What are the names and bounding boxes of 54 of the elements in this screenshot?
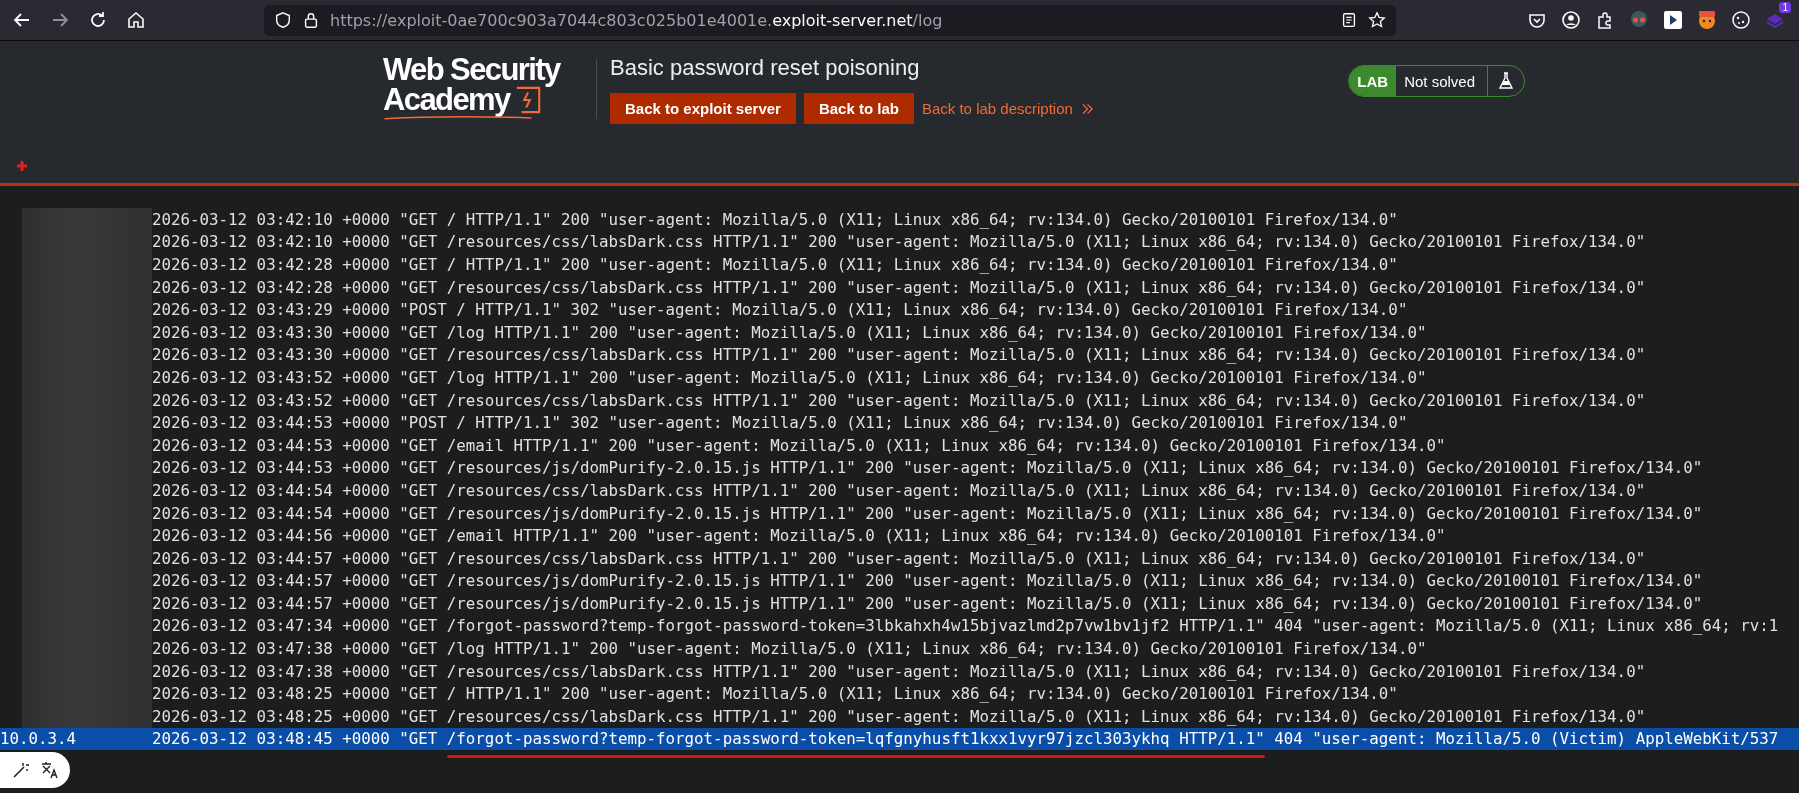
logo-text: Academy <box>383 85 510 115</box>
log-text: 2026-03-12 03:43:52 +0000 "GET /log HTTP/1.1" 200 "user-agent: Mozilla/5.0 (X11; Linux x86_64; rv:134.0) Gecko/20100101 Firefox/134.0" <box>152 367 1427 387</box>
reader-view-icon[interactable] <box>1340 11 1358 29</box>
log-text: /forgot-password?temp-forgot-password-token=lqfgnyhusft1kxx1vyr97jzcl303ykhq HTTP/1.1" <box>446 729 1265 749</box>
log-text: 2026-03-12 03:42:10 +0000 "GET /resources/css/labsDark.css HTTP/1.1" 200 "user-agent: Mozilla/5.0 (X11; Linux x86_64; rv:134.0) Gecko/20100101 Firefox/134.0" <box>152 232 1646 252</box>
log-text: 2026-03-12 03:44:53 +0000 "GET /resources/js/domPurify-2.0.15.js HTTP/1.1" 200 "user-agent: Mozilla/5.0 (X11; Linux x86_64; rv:134.0) Gecko/20100101 Firefox/134.0" <box>152 458 1703 478</box>
log-text: 2026-03-12 03:44:54 +0000 "GET /resources/css/labsDark.css HTTP/1.1" 200 "user-agent: Mozilla/5.0 (X11; Linux x86_64; rv:134.0) Gecko/20100101 Firefox/134.0" <box>152 480 1646 500</box>
log-text: 2026-03-12 03:47:34 +0000 "GET /forgot-password?temp-forgot-password-token=3lbkahxh4w15bjvazlmd2p7vw1bv1jf2 HTTP/1.1" 404 "user-agent: Mozilla/5.0 (X11; Linux x86_64; rv:1 <box>152 616 1779 636</box>
star-icon[interactable] <box>1368 11 1386 29</box>
translate-icon[interactable] <box>39 760 60 780</box>
log-text: 2026-03-12 03:48:25 +0000 "GET / HTTP/1.1" 200 "user-agent: Mozilla/5.0 (X11; Linux x86_64; rv:134.0) Gecko/20100101 Firefox/134.0" <box>152 684 1398 704</box>
address-bar[interactable]: https://exploit-0ae700c903a7044c803c025b01e4001e.exploit-server.net/log <box>264 4 1396 36</box>
log-text: 2026-03-12 03:43:30 +0000 "GET /resources/css/labsDark.css HTTP/1.1" 200 "user-agent: Mozilla/5.0 (X11; Linux x86_64; rv:134.0) Gecko/20100101 Firefox/134.0" <box>152 345 1646 365</box>
flask-icon <box>1498 72 1514 90</box>
log-text: 2026-03-12 03:48:45 +0000 "GET <box>152 729 439 749</box>
cookie-icon[interactable] <box>1731 10 1751 30</box>
url-text: https://exploit-0ae700c903a7044c803c025b01e4001e.exploit-server.net/log <box>330 10 943 30</box>
description-link[interactable]: Back to lab description <box>921 100 1073 117</box>
tiger-icon[interactable] <box>1697 10 1717 30</box>
logo-text: Web Security <box>383 55 562 85</box>
nav-button[interactable]: Back to exploit server <box>610 93 796 124</box>
log-text: 2026-03-12 03:44:57 +0000 "GET /resources/js/domPurify-2.0.15.js HTTP/1.1" 200 "user-agent: Mozilla/5.0 (X11; Linux x86_64; rv:134.0) Gecko/20100101 Firefox/134.0" <box>152 571 1703 591</box>
swoosh-icon <box>383 115 533 121</box>
lab-status: Not solved <box>1396 66 1488 96</box>
lab-title: Basic password reset poisoning <box>610 55 921 81</box>
log-text: 2026-03-12 03:43:29 +0000 "POST / HTTP/1.1" 302 "user-agent: Mozilla/5.0 (X11; Linux x86_64; rv:134.0) Gecko/20100101 Firefox/134.0" <box>152 300 1408 320</box>
lab-label: LAB <box>1349 66 1397 96</box>
log-text: 2026-03-12 03:43:52 +0000 "GET /resources/css/labsDark.css HTTP/1.1" 200 "user-agent: Mozilla/5.0 (X11; Linux x86_64; rv:134.0) Gecko/20100101 Firefox/134.0" <box>152 390 1646 410</box>
log-text: 2026-03-12 03:47:38 +0000 "GET /resources/css/labsDark.css HTTP/1.1" 200 "user-agent: Mozilla/5.0 (X11; Linux x86_64; rv:134.0) Gecko/20100101 Firefox/134.0" <box>152 661 1646 681</box>
home-icon[interactable] <box>126 10 146 30</box>
log-text: 2026-03-12 03:42:28 +0000 "GET /resources/css/labsDark.css HTTP/1.1" 200 "user-agent: Mozilla/5.0 (X11; Linux x86_64; rv:134.0) Gecko/20100101 Firefox/134.0" <box>152 277 1646 297</box>
notification-badge: 1 <box>1779 2 1791 13</box>
log-text: 404 "user-agent: Mozilla/5.0 (Victim) AppleWebKit/537 <box>1273 729 1779 749</box>
mask-icon[interactable] <box>1629 10 1649 30</box>
log-text: 2026-03-12 03:44:53 +0000 "POST / HTTP/1.1" 302 "user-agent: Mozilla/5.0 (X11; Linux x86_64; rv:134.0) Gecko/20100101 Firefox/134.0" <box>152 413 1408 433</box>
nav-button[interactable]: Back to lab <box>803 93 914 124</box>
log-text: 2026-03-12 03:42:28 +0000 "GET / HTTP/1.1" 200 "user-agent: Mozilla/5.0 (X11; Linux x86_64; rv:134.0) Gecko/20100101 Firefox/134.0" <box>152 255 1398 274</box>
log-text: 2026-03-12 03:42:10 +0000 "GET / HTTP/1.1" 200 "user-agent: Mozilla/5.0 (X11; Linux x86_64; rv:134.0) Gecko/20100101 Firefox/134.0" <box>152 209 1398 229</box>
log-text: 2026-03-12 03:43:30 +0000 "GET /log HTTP/1.1" 200 "user-agent: Mozilla/5.0 (X11; Linux x86_64; rv:134.0) Gecko/20100101 Firefox/134.0" <box>152 322 1427 342</box>
log-text: 2026-03-12 03:48:25 +0000 "GET /resources/css/labsDark.css HTTP/1.1" 200 "user-agent: Mozilla/5.0 (X11; Linux x86_64; rv:134.0) Gecko/20100101 Firefox/134.0" <box>152 706 1646 726</box>
double-chevron-icon <box>1080 102 1094 115</box>
log-text: 2026-03-12 03:44:54 +0000 "GET /resources/js/domPurify-2.0.15.js HTTP/1.1" 200 "user-agent: Mozilla/5.0 (X11; Linux x86_64; rv:134.0) Gecko/20100101 Firefox/134.0" <box>152 503 1703 523</box>
log-text: 2026-03-12 03:44:56 +0000 "GET /email HTTP/1.1" 200 "user-agent: Mozilla/5.0 (X11; Linux x86_64; rv:134.0) Gecko/20100101 Firefox/134.0" <box>152 526 1446 546</box>
reload-icon[interactable] <box>88 10 108 30</box>
log-text: 2026-03-12 03:47:38 +0000 "GET /log HTTP/1.1" 200 "user-agent: Mozilla/5.0 (X11; Linux x86_64; rv:134.0) Gecko/20100101 Firefox/134.0" <box>152 639 1427 659</box>
plus-icon <box>17 161 27 171</box>
log-text: 2026-03-12 03:44:57 +0000 "GET /resources/js/domPurify-2.0.15.js HTTP/1.1" 200 "user-agent: Mozilla/5.0 (X11; Linux x86_64; rv:134.0) Gecko/20100101 Firefox/134.0" <box>152 593 1703 613</box>
log-text: 2026-03-12 03:44:53 +0000 "GET /email HTTP/1.1" 200 "user-agent: Mozilla/5.0 (X11; Linux x86_64; rv:134.0) Gecko/20100101 Firefox/134.0" <box>152 435 1446 455</box>
ip-address: 10.0.3.4 <box>0 729 78 749</box>
shield-icon <box>274 11 292 29</box>
lock-icon <box>302 11 320 29</box>
log-text: 2026-03-12 03:44:57 +0000 "GET /resources/css/labsDark.css HTTP/1.1" 200 "user-agent: Mozilla/5.0 (X11; Linux x86_64; rv:134.0) Gecko/20100101 Firefox/134.0" <box>152 548 1646 568</box>
extension-icon[interactable] <box>1663 10 1683 30</box>
account-icon[interactable] <box>1561 10 1581 30</box>
